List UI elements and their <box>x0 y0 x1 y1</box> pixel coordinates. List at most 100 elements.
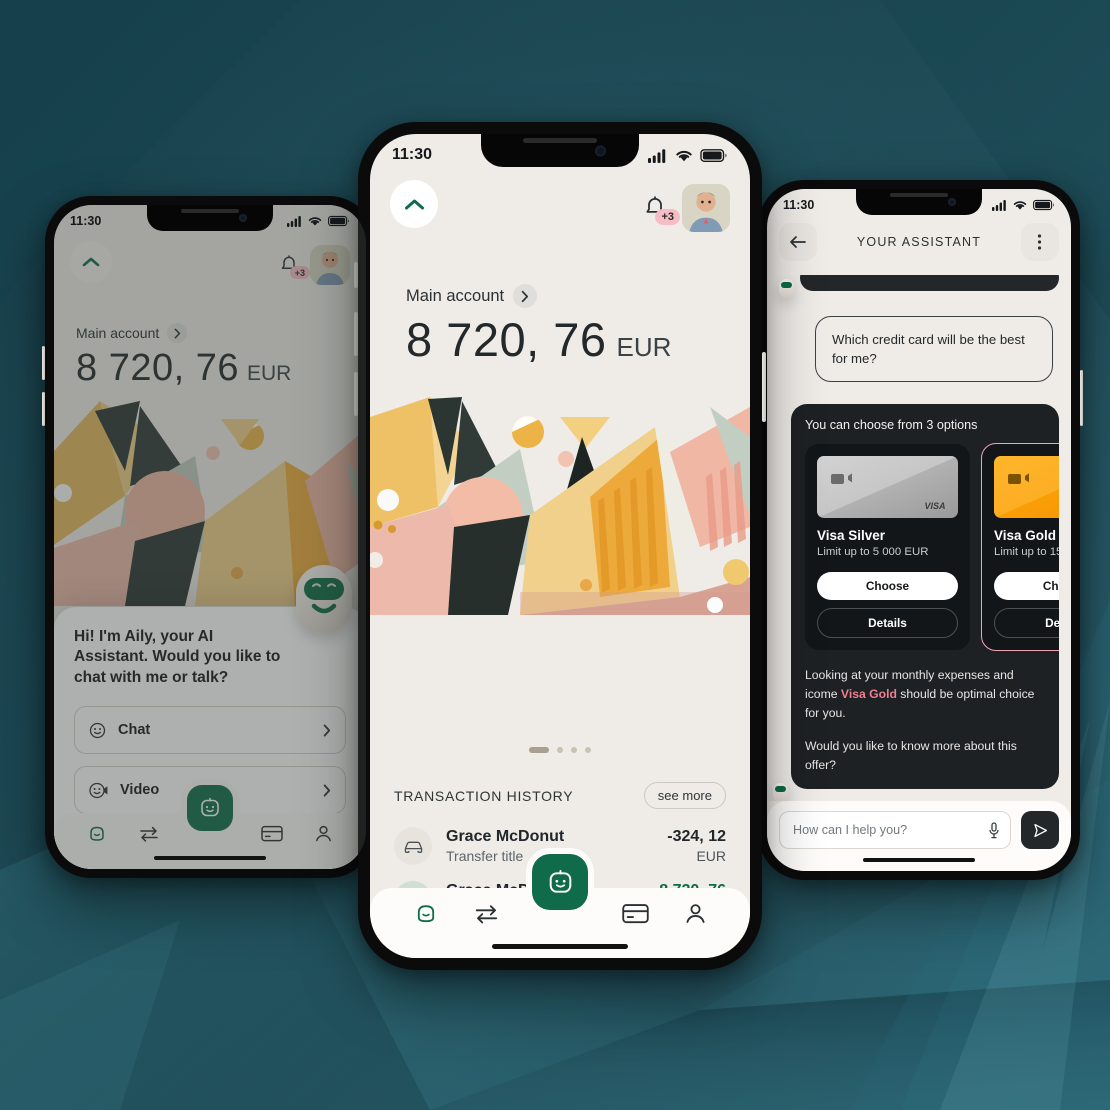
bot-message-truncated <box>800 275 1059 291</box>
card-art-silver: VISA <box>817 456 958 519</box>
wifi-icon <box>308 217 322 226</box>
chat-title: YOUR ASSISTANT <box>856 235 982 249</box>
assistant-fab-center[interactable] <box>532 854 588 910</box>
video-face-icon <box>89 782 108 799</box>
home-indicator <box>154 856 266 860</box>
assistant-face-icon <box>549 869 571 893</box>
option-chat-label: Chat <box>118 722 151 739</box>
chevron-right-icon <box>323 724 331 737</box>
chevron-right-icon <box>323 784 331 797</box>
volume-up-center[interactable] <box>354 312 358 356</box>
aily-robot-avatar-2 <box>773 783 788 801</box>
status-icons <box>992 199 1055 211</box>
chat-scroll[interactable]: Which credit card will be the best for m… <box>767 275 1071 801</box>
offer-card-silver[interactable]: VISA Visa Silver Limit up to 5 000 EUR C… <box>805 444 970 651</box>
user-message: Which credit card will be the best for m… <box>815 316 1053 383</box>
chat-face-icon <box>89 722 106 739</box>
chat-input[interactable]: How can I help you? <box>779 811 1011 849</box>
card-icon <box>621 904 649 924</box>
battery-icon <box>328 215 349 227</box>
power-button-right[interactable] <box>1080 370 1083 426</box>
offer-card-gold[interactable]: VISA Visa Gold Limit up to 15 000 EUR Ch… <box>981 443 1059 652</box>
collapse-button-center[interactable] <box>390 180 438 228</box>
transaction-section-header: TRANSACTION HISTORY see more <box>394 782 726 809</box>
carousel-dot-3[interactable] <box>585 747 591 753</box>
volume-buttons-left[interactable] <box>42 346 45 380</box>
chevron-right-icon <box>513 284 538 308</box>
sidebar-item-cards[interactable] <box>621 903 649 929</box>
carousel-dot-0[interactable] <box>529 747 549 753</box>
chat-input-placeholder: How can I help you? <box>793 823 908 837</box>
offer-follow-up: Would you like to know more about this o… <box>805 739 1017 772</box>
sidebar-item-transfers[interactable] <box>473 903 500 930</box>
card-limit-silver: Limit up to 5 000 EUR <box>817 546 929 559</box>
details-button-gold[interactable]: Details <box>994 608 1059 639</box>
card-limit-gold: Limit up to 15 000 EUR <box>994 546 1059 559</box>
assistant-greeting: Hi! I'm Aily, your AI Assistant. Would y… <box>74 628 281 686</box>
carousel-dot-2[interactable] <box>571 747 577 753</box>
notifications-button-center[interactable]: +3 <box>644 196 680 225</box>
sidebar-item-profile[interactable] <box>684 902 707 930</box>
status-bar: 11:30 <box>370 134 750 168</box>
sidebar-item-profile[interactable] <box>314 824 333 848</box>
card-name-gold: Visa Gold <box>994 528 1057 544</box>
status-time: 11:30 <box>783 198 815 212</box>
back-button[interactable] <box>779 223 817 261</box>
see-more-button[interactable]: see more <box>643 782 726 809</box>
transaction-amount: -324, 12 EUR <box>667 828 726 864</box>
card-name-silver: Visa Silver <box>817 528 886 544</box>
choose-button-gold[interactable]: Choose <box>994 572 1059 601</box>
choose-button-silver[interactable]: Choose <box>817 572 958 601</box>
aily-visor <box>781 282 792 288</box>
assistant-fab-left[interactable] <box>187 785 233 831</box>
sidebar-item-transfers[interactable] <box>138 825 160 848</box>
balance-display-center: 8 720, 76 EUR <box>406 312 720 367</box>
notification-badge: +3 <box>289 266 310 279</box>
volume-down-center[interactable] <box>354 372 358 416</box>
aily-visor <box>775 786 786 792</box>
power-button-center[interactable] <box>762 352 766 422</box>
hero-artwork-center <box>370 397 750 615</box>
avatar[interactable] <box>682 184 730 232</box>
avatar[interactable] <box>310 245 350 285</box>
balance-currency: EUR <box>616 332 672 362</box>
transaction-name: Grace McDonut <box>446 828 565 845</box>
offer-summary: Looking at your monthly expenses and ico… <box>805 666 1059 723</box>
battery-icon <box>700 148 727 162</box>
carousel-dot-1[interactable] <box>557 747 563 753</box>
status-icons <box>287 215 350 227</box>
sidebar-item-home[interactable] <box>414 902 438 931</box>
person-icon <box>315 825 331 842</box>
arrow-left-icon <box>790 236 806 248</box>
balance-amount: 8 720, 76 <box>76 347 239 389</box>
aily-robot-head <box>296 565 352 633</box>
details-button-silver[interactable]: Details <box>817 608 958 639</box>
status-time: 11:30 <box>70 214 102 228</box>
account-selector-center[interactable]: Main account <box>406 284 720 308</box>
mute-switch-center[interactable] <box>354 262 358 288</box>
assistant-face-icon <box>201 797 219 817</box>
chevron-up-icon <box>82 257 100 267</box>
card-art-gold: VISA <box>994 456 1059 519</box>
send-button[interactable] <box>1021 811 1059 849</box>
transaction-section-title: TRANSACTION HISTORY <box>394 787 574 804</box>
account-selector-left[interactable]: Main account <box>76 323 344 343</box>
carousel-dots[interactable] <box>370 747 750 753</box>
notifications-button-left[interactable]: +3 <box>280 255 310 279</box>
sidebar-item-cards[interactable] <box>261 825 283 847</box>
menu-button[interactable] <box>1020 223 1059 261</box>
collapse-button-left[interactable] <box>70 241 112 283</box>
send-icon <box>1033 823 1047 837</box>
account-label: Main account <box>406 286 505 305</box>
wifi-icon <box>676 150 692 161</box>
signal-icon <box>648 148 666 163</box>
aily-robot-avatar <box>779 279 794 298</box>
account-label: Main account <box>76 325 160 341</box>
option-chat[interactable]: Chat <box>74 706 346 755</box>
user-message-text: Which credit card will be the best for m… <box>832 332 1025 367</box>
volume-buttons-left-2[interactable] <box>42 392 45 426</box>
app-header-center: +3 <box>390 180 730 232</box>
sidebar-item-home[interactable] <box>87 824 107 849</box>
notification-badge: +3 <box>655 209 680 225</box>
transfer-arrows-icon <box>140 826 158 842</box>
